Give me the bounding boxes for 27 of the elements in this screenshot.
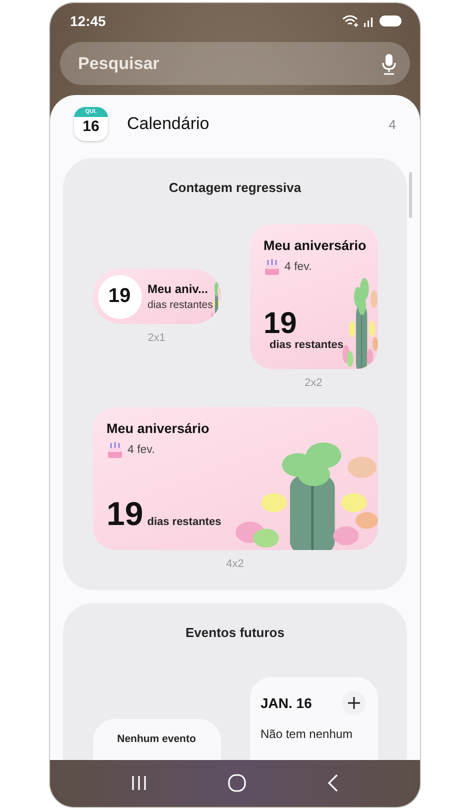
days-remaining-label: dias restantes	[270, 339, 344, 351]
countdown-widget[interactable]: Meu aniversário 4 fev. 19 dias restantes	[92, 407, 378, 550]
event-title: Meu aniversário	[106, 421, 210, 436]
section-title: Contagem regressiva	[168, 180, 302, 196]
empty-message: Nenhum evento	[117, 733, 196, 747]
size-label: 4x2	[226, 558, 244, 570]
days-remaining-label: dias restantes	[147, 516, 222, 528]
day-count-badge: 19	[98, 274, 142, 318]
status-time: 12:45	[70, 13, 106, 29]
events-widget[interactable]: Nenhum evento	[92, 719, 220, 760]
result-count: 4	[388, 116, 396, 132]
day-count: 19	[106, 497, 144, 531]
event-date: JAN. 16	[260, 695, 312, 711]
empty-message: Não tem nenhum	[260, 727, 354, 741]
event-date: 4 fev.	[284, 261, 312, 273]
event-date: 4 fev.	[128, 444, 155, 456]
size-label: 2x1	[148, 332, 166, 344]
app-name: Calendário	[127, 114, 210, 134]
event-title: Meu aniv...	[148, 282, 209, 296]
size-label: 2x2	[304, 377, 322, 389]
countdown-widget[interactable]: 19 Meu aniv... dias restantes	[92, 269, 220, 324]
events-widget[interactable]: JAN. 16 Não tem nenhum	[250, 677, 378, 760]
section-title: Eventos futuros	[184, 625, 286, 641]
day-count: 19	[264, 309, 297, 339]
event-title: Meu aniversário	[264, 238, 368, 253]
countdown-widget[interactable]: Meu aniversário 4 fev. 19 dias restantes	[250, 224, 378, 369]
days-remaining-label: dias restantes	[148, 299, 213, 311]
